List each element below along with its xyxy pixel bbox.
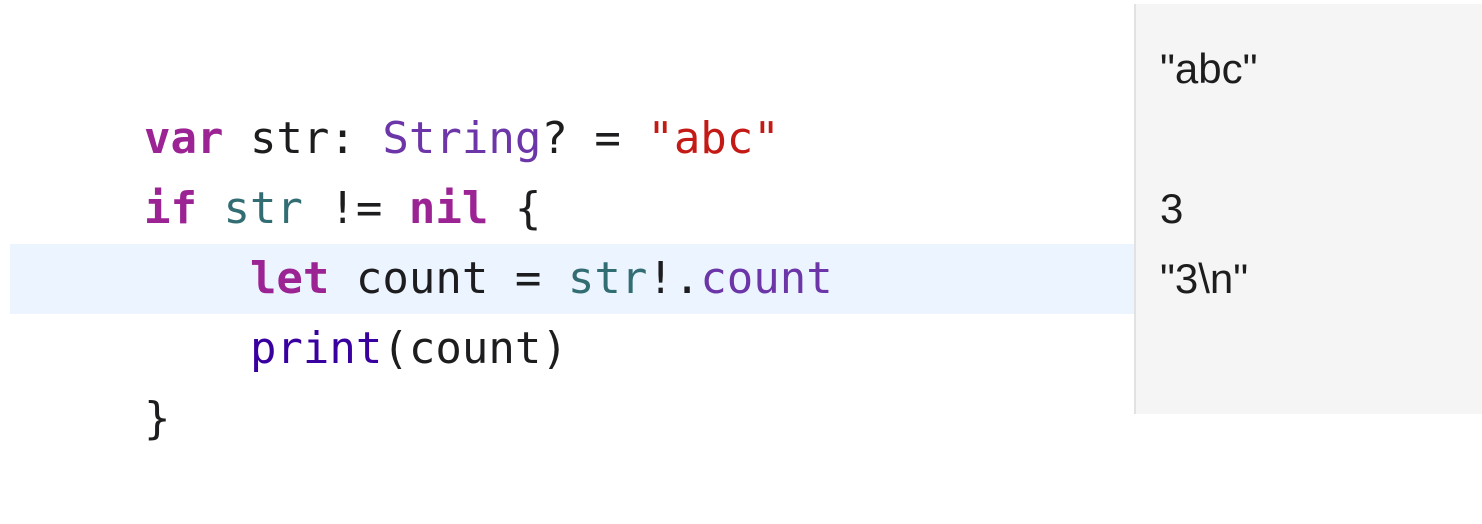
code-editor[interactable]: var str: String? = "abc" if str != nil {… — [0, 0, 1134, 444]
result-line-4[interactable]: "3\n" — [1160, 244, 1248, 314]
result-line-3[interactable]: 3 — [1160, 174, 1183, 244]
code-line-5[interactable]: } — [38, 314, 171, 444]
string-literal: "abc" — [647, 113, 780, 164]
property-count: count — [700, 253, 833, 304]
variable-str: str — [567, 253, 648, 304]
code-line-1[interactable]: var str: String? = "abc" — [38, 34, 780, 164]
function-print: print — [249, 323, 383, 374]
result-line-1[interactable]: "abc" — [1160, 34, 1258, 104]
results-sidebar: "abc" 3 "3\n" — [1134, 4, 1482, 414]
code-token: !. — [647, 253, 701, 304]
code-line-3[interactable]: let count = str!.count — [38, 174, 833, 304]
code-line-4[interactable]: print(count) — [38, 244, 568, 374]
closing-brace: } — [143, 393, 171, 444]
code-token: ? = — [541, 113, 648, 164]
code-token: (count) — [382, 323, 568, 374]
code-line-2[interactable]: if str != nil { — [38, 104, 541, 234]
